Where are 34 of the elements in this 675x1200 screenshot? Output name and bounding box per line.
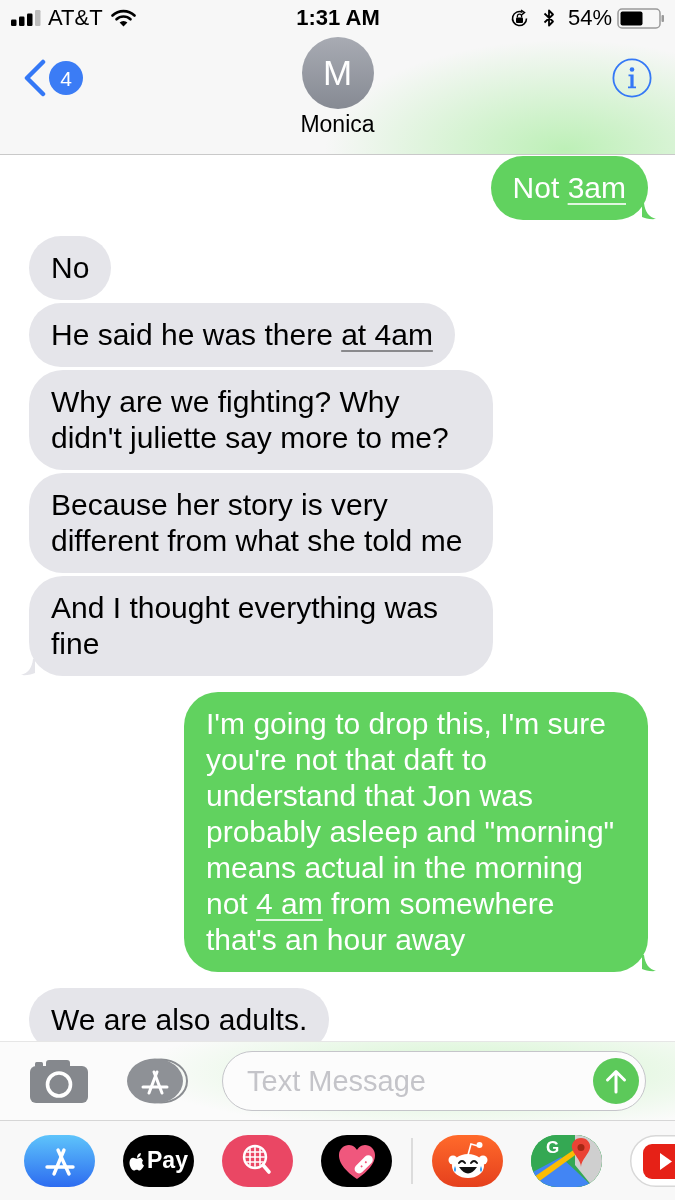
info-icon[interactable] [612, 58, 652, 98]
message-text: He said he was there at 4am [51, 318, 433, 351]
apps-icon[interactable] [24, 1134, 95, 1187]
message-text: Because her story is very different from what she told me [51, 488, 463, 557]
message-input[interactable]: Text Message [222, 1051, 646, 1111]
message-text: Not 3am [512, 171, 626, 204]
message-text: I'm going to drop this, I'm sure you're not that daft to understand that Jon was probably asleep and "morning" means actual in the morning not 4 am from somewhere that's an hour away [206, 707, 615, 956]
bluetooth-icon [542, 8, 555, 28]
globe-search-icon[interactable] [222, 1134, 293, 1187]
laughing-face-icon[interactable] [432, 1134, 503, 1187]
contact-avatar[interactable]: M [301, 37, 374, 109]
message-text: And I thought everything was fine [51, 591, 438, 660]
rotation-lock-icon [509, 8, 529, 28]
carrier-name: AT&T [48, 5, 103, 31]
message-text: We are also adults. [51, 1003, 308, 1036]
play-icon[interactable] [630, 1134, 675, 1187]
message-text: No [51, 251, 90, 284]
wifi-icon [110, 9, 136, 27]
chevron-left-icon[interactable] [23, 59, 47, 97]
map-icon [531, 1134, 602, 1187]
apps-icon[interactable] [127, 1058, 189, 1104]
status-time: 1:31 AM [296, 5, 380, 31]
time-link[interactable]: at 4am [341, 318, 433, 351]
battery-percentage: 54% [567, 5, 612, 31]
unread-count[interactable]: 4 [49, 61, 83, 95]
arrow-up-icon [604, 1068, 628, 1094]
pay-button[interactable]: Pay [123, 1134, 194, 1187]
message-text: Why are we fighting? Why didn't juliette say more to me? [51, 385, 449, 454]
camera-icon[interactable] [30, 1059, 88, 1103]
contact-name[interactable]: Monica [300, 110, 375, 138]
maps-button[interactable]: G [531, 1134, 602, 1187]
signal-bars-icon [11, 10, 41, 26]
apple-icon [129, 1150, 146, 1171]
battery-icon [617, 7, 665, 29]
